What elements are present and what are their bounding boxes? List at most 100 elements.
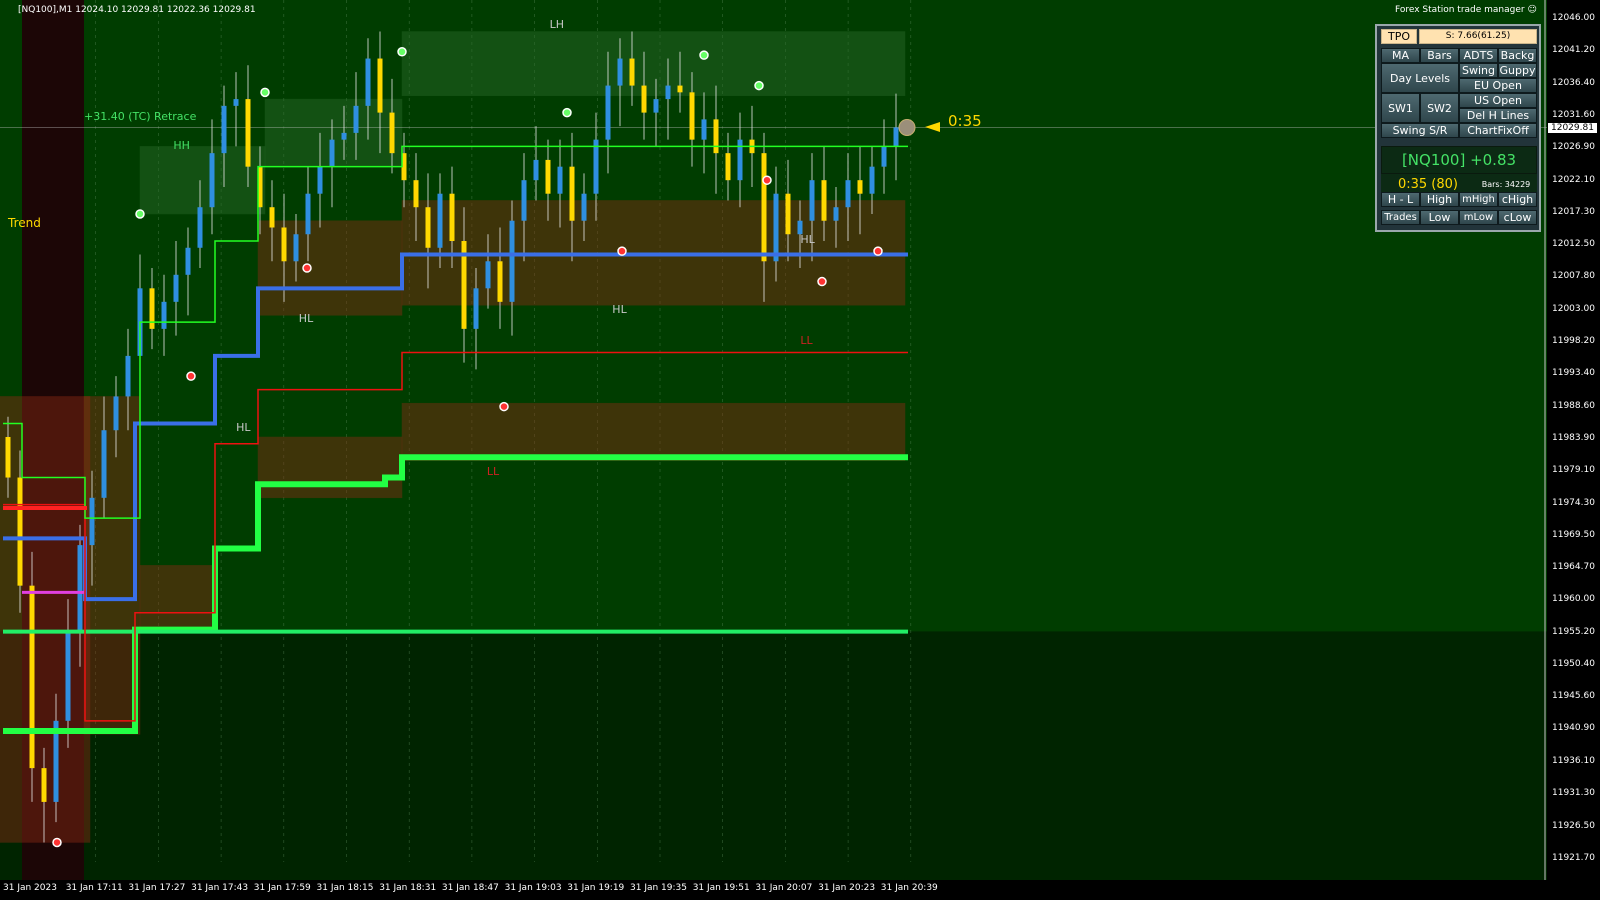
candle-body bbox=[5, 436, 11, 478]
candle-body bbox=[533, 159, 539, 181]
swing-sr-button[interactable]: Swing S/R bbox=[1381, 123, 1459, 138]
swing-point bbox=[52, 837, 62, 848]
time-tick-label: 31 Jan 19:51 bbox=[692, 883, 750, 893]
bar-countdown: 0:35 bbox=[948, 112, 982, 130]
candle-body bbox=[365, 58, 371, 106]
candle-body bbox=[269, 207, 275, 228]
del-h-lines-button[interactable]: Del H Lines bbox=[1459, 108, 1537, 123]
price-tick-label: 11988.60 bbox=[1552, 400, 1595, 411]
sw2-button[interactable]: SW2 bbox=[1420, 93, 1459, 123]
swing-label-hl: HL bbox=[298, 311, 314, 325]
candle-body bbox=[809, 180, 815, 221]
swing-label-lh: LH bbox=[549, 17, 564, 31]
candle-body bbox=[221, 105, 227, 154]
price-tick-label: 12036.40 bbox=[1552, 77, 1595, 88]
ma-button[interactable]: MA bbox=[1381, 48, 1420, 63]
trades-button[interactable]: Trades bbox=[1381, 210, 1420, 225]
price-tick-label: 11955.20 bbox=[1552, 626, 1595, 637]
candle-body bbox=[629, 58, 635, 86]
candle-body bbox=[689, 92, 695, 140]
price-tick-label: 12031.60 bbox=[1552, 110, 1595, 121]
symbol-change-display: [NQ100] +0.83 bbox=[1381, 146, 1537, 174]
candle-body bbox=[197, 207, 203, 248]
swing-point bbox=[499, 401, 509, 412]
price-tick-label: 11964.70 bbox=[1552, 562, 1595, 573]
candle-body bbox=[869, 166, 875, 194]
mhigh-button[interactable]: mHigh bbox=[1459, 192, 1498, 207]
mlow-button[interactable]: mLow bbox=[1459, 210, 1498, 225]
candle-body bbox=[17, 477, 23, 586]
candle-body bbox=[89, 497, 95, 546]
us-open-button[interactable]: US Open bbox=[1459, 93, 1537, 108]
sr-zone bbox=[401, 31, 906, 96]
guppy-button[interactable]: Guppy bbox=[1498, 63, 1537, 78]
tpo-button[interactable]: TPO bbox=[1381, 29, 1417, 44]
bars-count: Bars: 34229 bbox=[1475, 174, 1537, 194]
time-tick-label: 31 Jan 20:39 bbox=[880, 883, 938, 893]
price-tick-label: 11926.50 bbox=[1552, 820, 1595, 831]
swing-point bbox=[873, 246, 883, 256]
chigh-button[interactable]: cHigh bbox=[1498, 192, 1537, 207]
price-tick-label: 11931.30 bbox=[1552, 788, 1595, 799]
sr-zone bbox=[401, 402, 906, 461]
current-price-marker: 12029.81 bbox=[1548, 123, 1597, 133]
candle-body bbox=[521, 180, 527, 221]
price-tick-label: 11921.70 bbox=[1552, 853, 1595, 863]
swing-button[interactable]: Swing bbox=[1459, 63, 1498, 78]
swing-point bbox=[762, 175, 772, 185]
swing-point bbox=[754, 80, 764, 91]
candle-body bbox=[833, 207, 839, 221]
last-bar-marker bbox=[898, 118, 916, 136]
price-tick-label: 11950.40 bbox=[1552, 659, 1595, 670]
price-tick-label: 12007.80 bbox=[1552, 271, 1595, 282]
candle-body bbox=[617, 58, 623, 86]
day-levels-button[interactable]: Day Levels bbox=[1381, 63, 1459, 93]
candle-body bbox=[677, 85, 683, 93]
candle-body bbox=[593, 139, 599, 194]
candle-body bbox=[125, 355, 131, 397]
candle-body bbox=[425, 207, 431, 248]
candle-body bbox=[557, 166, 563, 194]
price-tick-label: 11998.20 bbox=[1552, 336, 1595, 347]
candle-body bbox=[797, 220, 803, 235]
candle-body bbox=[473, 288, 479, 329]
sr-zone bbox=[257, 220, 403, 316]
candle-body bbox=[437, 193, 443, 248]
candle-body bbox=[605, 85, 611, 140]
candle-body bbox=[761, 153, 767, 262]
chart-fix-off-button[interactable]: ChartFixOff bbox=[1459, 123, 1537, 138]
sr-zone bbox=[257, 436, 403, 499]
high-button[interactable]: High bbox=[1420, 192, 1459, 207]
candle-body bbox=[845, 180, 851, 208]
swing-point bbox=[186, 371, 196, 381]
price-chart[interactable] bbox=[0, 0, 1547, 880]
price-tick-label: 11974.30 bbox=[1552, 497, 1595, 508]
candle-body bbox=[77, 545, 83, 633]
swing-point bbox=[817, 276, 827, 287]
candle-body bbox=[497, 261, 503, 302]
candle-body bbox=[65, 632, 71, 721]
swing-point bbox=[260, 87, 270, 98]
candle-body bbox=[773, 193, 779, 262]
candle-body bbox=[665, 85, 671, 100]
spread-info: S: 7.66(61.25) bbox=[1419, 29, 1537, 44]
backg-button[interactable]: Backg bbox=[1498, 48, 1537, 63]
price-tick-label: 11940.90 bbox=[1552, 723, 1595, 734]
adts-button[interactable]: ADTS bbox=[1459, 48, 1498, 63]
eu-open-button[interactable]: EU Open bbox=[1459, 78, 1537, 93]
candle-body bbox=[233, 99, 239, 106]
clow-button[interactable]: cLow bbox=[1498, 210, 1537, 225]
candle-body bbox=[113, 396, 119, 431]
time-tick-label: 31 Jan 19:19 bbox=[567, 883, 625, 893]
time-axis[interactable]: 31 Jan 2023 31 Jan 17:11 31 Jan 17:27 31 Ja… bbox=[0, 880, 1547, 900]
time-tick-label: 31 Jan 17:59 bbox=[253, 883, 311, 893]
h-l-button[interactable]: H - L bbox=[1381, 192, 1420, 207]
time-tick-label: 31 Jan 18:47 bbox=[441, 883, 499, 893]
candle-body bbox=[725, 153, 731, 181]
price-axis[interactable]: 12046.00 12041.20 12036.40 12031.60 12026.90… bbox=[1547, 0, 1600, 880]
sw1-button[interactable]: SW1 bbox=[1381, 93, 1420, 123]
bars-button[interactable]: Bars bbox=[1420, 48, 1459, 63]
low-button[interactable]: Low bbox=[1420, 210, 1459, 225]
chart-area[interactable]: [NQ100],M1 12024.10 12029.81 12022.36 12… bbox=[0, 0, 1547, 880]
swing-point bbox=[617, 246, 627, 256]
